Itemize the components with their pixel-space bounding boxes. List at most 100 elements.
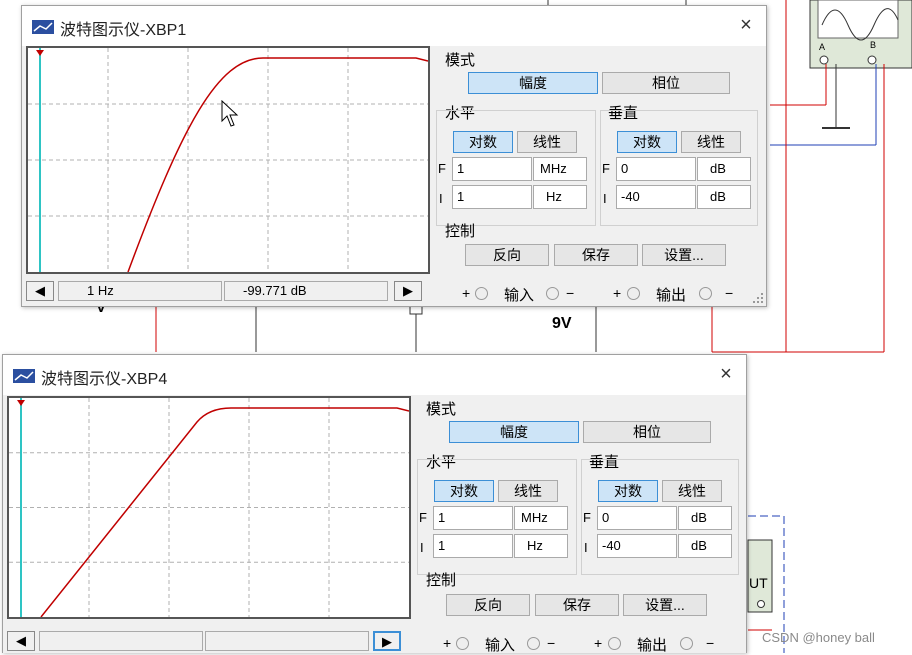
vertical-log-button[interactable]: 对数 [598, 480, 658, 502]
title-bar[interactable]: 波特图示仪-XBP4 × [3, 355, 746, 395]
reverse-button[interactable]: 反向 [446, 594, 530, 616]
vertical-initial-unit[interactable]: dB [678, 534, 732, 558]
input-plus-label: + [462, 285, 471, 301]
output-minus-terminal[interactable] [680, 637, 693, 650]
magnitude-button[interactable]: 幅度 [468, 72, 598, 94]
vertical-initial-value[interactable]: -40 [616, 185, 696, 209]
resize-grip-icon[interactable] [752, 292, 764, 304]
bode-plotter-icon [32, 20, 54, 34]
reverse-button[interactable]: 反向 [465, 244, 549, 266]
horizontal-initial-value[interactable]: 1 [452, 185, 532, 209]
scope-terminal-b-label: B [870, 40, 876, 50]
settings-button[interactable]: 设置... [623, 594, 707, 616]
magnitude-curve [127, 57, 428, 272]
output-plus-label: + [613, 285, 622, 301]
horizontal-final-value[interactable]: 1 [433, 506, 513, 530]
input-label: 输入 [485, 637, 516, 654]
mode-label: 模式 [445, 52, 476, 69]
output-minus-terminal[interactable] [699, 287, 712, 300]
cursor-marker-icon [17, 400, 25, 406]
vertical-initial-unit[interactable]: dB [697, 185, 751, 209]
save-button[interactable]: 保存 [554, 244, 638, 266]
resistor[interactable] [409, 305, 423, 315]
input-minus-terminal[interactable] [527, 637, 540, 650]
window-title: 波特图示仪-XBP1 [60, 22, 187, 39]
input-plus-terminal[interactable] [456, 637, 469, 650]
cursor-left-button[interactable]: ◀ [26, 281, 54, 301]
input-minus-label: − [547, 635, 556, 651]
vertical-final-label: F [602, 161, 610, 176]
cursor-frequency-readout [39, 631, 203, 651]
cursor-magnitude-readout: -99.771 dB [224, 281, 388, 301]
vertical-linear-button[interactable]: 线性 [662, 480, 722, 502]
bode-plot-area[interactable] [7, 396, 411, 619]
save-button[interactable]: 保存 [535, 594, 619, 616]
output-minus-label: − [725, 285, 734, 301]
bode-plot-area[interactable] [26, 46, 430, 274]
bode-plot-svg [9, 398, 409, 617]
horizontal-initial-unit[interactable]: Hz [533, 185, 587, 209]
vertical-final-value[interactable]: 0 [597, 506, 677, 530]
output-plus-terminal[interactable] [627, 287, 640, 300]
title-bar[interactable]: 波特图示仪-XBP1 × [22, 6, 766, 46]
horizontal-linear-button[interactable]: 线性 [498, 480, 558, 502]
vertical-final-unit[interactable]: dB [678, 506, 732, 530]
vertical-initial-label: I [584, 540, 588, 555]
cursor-frequency-readout: 1 Hz [58, 281, 222, 301]
control-label: 控制 [426, 572, 457, 589]
phase-button[interactable]: 相位 [602, 72, 730, 94]
oscilloscope-screen [817, 0, 899, 39]
input-minus-terminal[interactable] [546, 287, 559, 300]
mode-label: 模式 [426, 401, 457, 418]
vertical-final-unit[interactable]: dB [697, 157, 751, 181]
horizontal-log-button[interactable]: 对数 [434, 480, 494, 502]
close-button[interactable]: × [734, 14, 758, 38]
input-minus-label: − [566, 285, 575, 301]
horizontal-final-label: F [419, 510, 427, 525]
component-terminal[interactable] [757, 600, 765, 608]
mouse-pointer-icon [221, 100, 239, 127]
cursor-left-button[interactable]: ◀ [7, 631, 35, 651]
horizontal-log-button[interactable]: 对数 [453, 131, 513, 153]
magnitude-curve [40, 407, 409, 617]
settings-button[interactable]: 设置... [642, 244, 726, 266]
vertical-final-label: F [583, 510, 591, 525]
input-plus-terminal[interactable] [475, 287, 488, 300]
battery-label: 9V [552, 315, 572, 332]
phase-button[interactable]: 相位 [583, 421, 711, 443]
vertical-final-value[interactable]: 0 [616, 157, 696, 181]
horizontal-final-unit[interactable]: MHz [514, 506, 568, 530]
scope-terminal-a-label: A [819, 42, 825, 52]
horizontal-initial-label: I [439, 191, 443, 206]
horizontal-initial-value[interactable]: 1 [433, 534, 513, 558]
watermark: CSDN @honey ball [762, 630, 875, 645]
cursor-marker-icon [36, 50, 44, 56]
bode-plotter-window-xbp1[interactable]: 波特图示仪-XBP1 × 模式 幅度 相位 水平 垂直 对数 线性 对数 线性 … [21, 5, 767, 307]
scope-terminal-b[interactable] [867, 55, 877, 65]
vertical-initial-label: I [603, 191, 607, 206]
output-plus-terminal[interactable] [608, 637, 621, 650]
vertical-linear-button[interactable]: 线性 [681, 131, 741, 153]
bode-plot-svg [28, 48, 428, 272]
output-label: 输出 [656, 287, 687, 304]
output-minus-label: − [706, 635, 715, 651]
horizontal-linear-button[interactable]: 线性 [517, 131, 577, 153]
component-ut-label: UT [749, 575, 768, 591]
cursor-right-button[interactable]: ▶ [373, 631, 401, 651]
vertical-log-button[interactable]: 对数 [617, 131, 677, 153]
bode-plotter-icon [13, 369, 35, 383]
magnitude-button[interactable]: 幅度 [449, 421, 579, 443]
vertical-initial-value[interactable]: -40 [597, 534, 677, 558]
horizontal-final-label: F [438, 161, 446, 176]
scope-terminal-a[interactable] [819, 55, 829, 65]
bode-plotter-window-xbp4[interactable]: 波特图示仪-XBP4 × 模式 幅度 相位 水平 垂直 对数 线性 对数 线性 … [2, 354, 747, 654]
horizontal-initial-unit[interactable]: Hz [514, 534, 568, 558]
horizontal-final-unit[interactable]: MHz [533, 157, 587, 181]
output-label: 输出 [637, 637, 668, 654]
horizontal-final-value[interactable]: 1 [452, 157, 532, 181]
cursor-right-button[interactable]: ▶ [394, 281, 422, 301]
control-label: 控制 [445, 223, 476, 240]
input-plus-label: + [443, 635, 452, 651]
close-button[interactable]: × [714, 363, 738, 387]
input-label: 输入 [504, 287, 535, 304]
